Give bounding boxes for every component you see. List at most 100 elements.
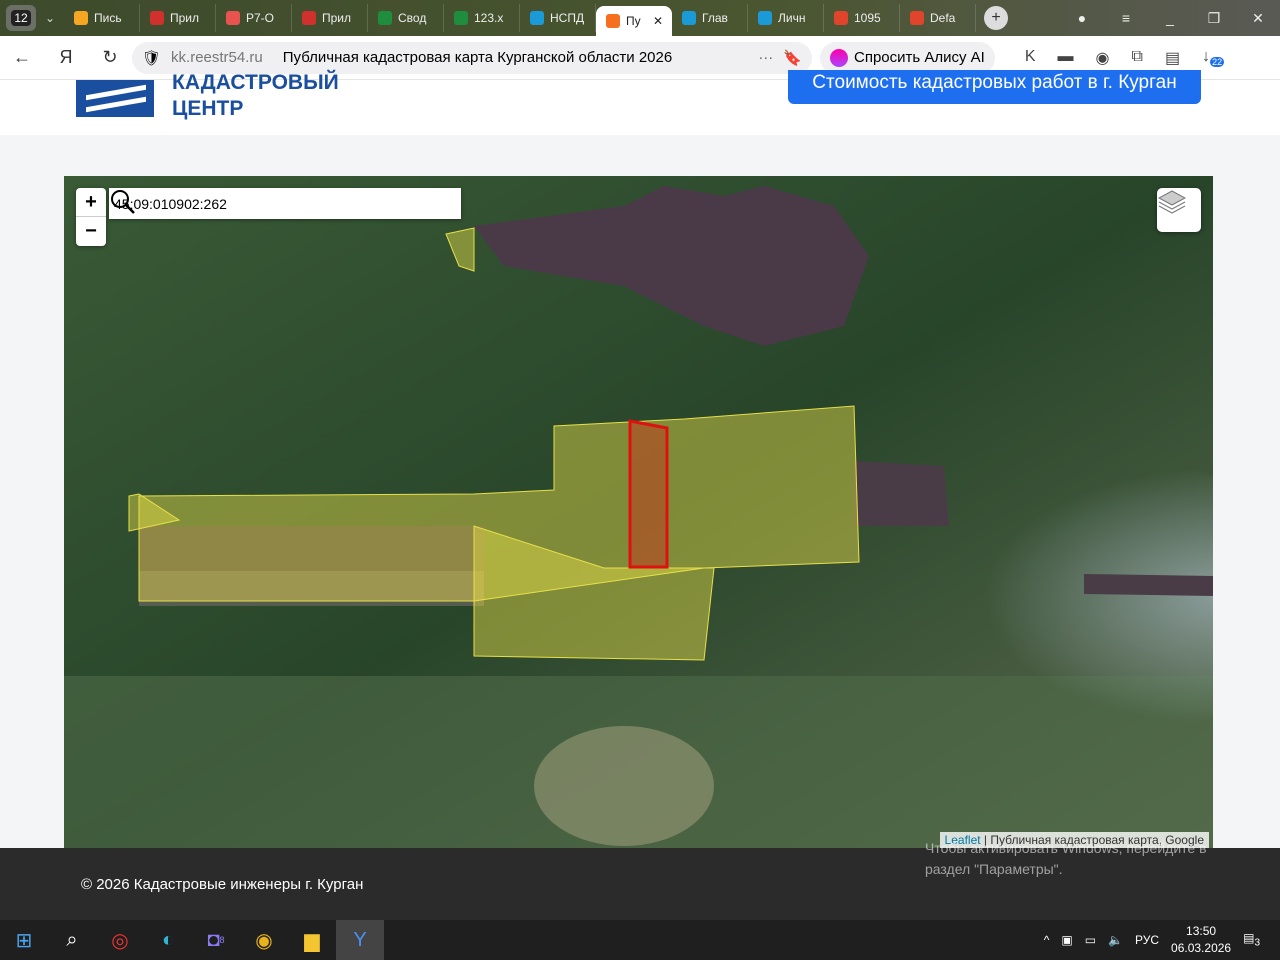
zoom-out-button[interactable]: − xyxy=(76,217,106,246)
browser-tab[interactable]: Личн xyxy=(748,4,824,32)
search-icon[interactable]: ⌕ xyxy=(48,920,96,960)
tab-favicon-icon xyxy=(530,11,544,25)
tab-label: Пись xyxy=(94,11,122,25)
camera-icon[interactable]: ▣ xyxy=(1061,933,1072,947)
back-button[interactable]: ← xyxy=(0,47,44,68)
site-header: КАДАСТРОВЫЙ ЦЕНТР Стоимость кадастровых р… xyxy=(0,70,1280,135)
explorer-icon[interactable]: ▆ xyxy=(288,920,336,960)
tab-label: Прил xyxy=(170,11,200,25)
zoom-in-button[interactable]: + xyxy=(76,188,106,217)
language-indicator[interactable]: РУС xyxy=(1135,933,1159,947)
cadastral-search xyxy=(109,188,461,219)
date: 06.03.2026 xyxy=(1171,941,1232,955)
browser-tab[interactable]: Прил xyxy=(140,4,216,32)
browser-tab[interactable]: Пись xyxy=(64,4,140,32)
extension-shield-icon[interactable]: ▬ xyxy=(1058,48,1074,68)
bookmark-icon[interactable]: 🔖 xyxy=(783,49,802,67)
extension-circle-icon[interactable]: ◉ xyxy=(1096,48,1110,68)
logo[interactable] xyxy=(76,80,154,117)
browser-tab[interactable]: Прил xyxy=(292,4,368,32)
time: 13:50 xyxy=(1186,924,1217,938)
close-tab-icon[interactable]: ✕ xyxy=(653,14,663,28)
yandex-icon[interactable]: Я xyxy=(44,47,88,68)
tab-favicon-icon xyxy=(682,11,696,25)
tab-favicon-icon xyxy=(834,11,848,25)
cadastral-number-input[interactable] xyxy=(114,195,461,212)
extension-doc-icon[interactable]: ▤ xyxy=(1165,48,1180,68)
restore-button[interactable]: ❐ xyxy=(1192,10,1236,27)
new-tab-button[interactable]: + xyxy=(984,6,1008,30)
layers-button[interactable] xyxy=(1157,188,1201,232)
start-button[interactable]: ⊞ xyxy=(0,920,48,960)
network-icon[interactable]: ▭ xyxy=(1085,933,1096,947)
alice-icon xyxy=(830,48,848,67)
yandex-browser-icon[interactable]: Y xyxy=(336,920,384,960)
tab-label: Прил xyxy=(322,11,352,25)
minimize-button[interactable]: _ xyxy=(1148,10,1192,26)
chevron-down-icon[interactable]: ⌄ xyxy=(36,11,64,25)
menu-icon[interactable]: ≡ xyxy=(1104,10,1148,26)
alice-label: Спросить Алису AI xyxy=(854,49,985,66)
browser-tab[interactable]: Р7-О xyxy=(216,4,292,32)
watermark-line2: раздел "Параметры". xyxy=(925,861,1063,877)
land-parcel[interactable] xyxy=(138,405,860,602)
tab-count: 12 xyxy=(11,10,31,26)
extension-puzzle-icon[interactable]: ⧉ xyxy=(1132,48,1143,68)
tray-chevron-icon[interactable]: ^ xyxy=(1044,933,1050,947)
tab-favicon-icon xyxy=(454,11,468,25)
browser-tab[interactable]: 123.x xyxy=(444,4,520,32)
brand-name: КАДАСТРОВЫЙ ЦЕНТР xyxy=(172,70,339,122)
zoom-control: + − xyxy=(76,188,106,246)
url-field[interactable]: 🛡 kk.reestr54.ru Публичная кадастровая к… xyxy=(132,41,812,74)
tab-label: Defa xyxy=(930,11,956,25)
edge-icon[interactable]: ◐ xyxy=(144,920,192,960)
downloads-badge: 22 xyxy=(1210,56,1225,67)
tab-favicon-icon xyxy=(302,11,316,25)
reload-button[interactable]: ↻ xyxy=(88,47,132,68)
tab-favicon-icon xyxy=(606,14,620,28)
pricing-cta-button[interactable]: Стоимость кадастровых работ в г. Курган xyxy=(788,70,1201,104)
browser-tab[interactable]: 1095 xyxy=(824,4,900,32)
tab-count-button[interactable]: 12 xyxy=(6,5,36,31)
extension-k-icon[interactable]: K xyxy=(1025,48,1036,68)
volume-icon[interactable]: 🔈 xyxy=(1108,933,1123,947)
tab-label: 123.x xyxy=(474,11,504,25)
land-parcel[interactable] xyxy=(445,227,475,272)
browser-tab[interactable]: Defa xyxy=(900,4,976,32)
tab-label: НСПД xyxy=(550,11,585,25)
tab-favicon-icon xyxy=(150,11,164,25)
taskbar: ⊞ ⌕ ◎ ◐ ◘ 8 ◉ ▆ Y ^ ▣ ▭ 🔈 РУС 13:50 06.03.… xyxy=(0,920,1280,960)
cadastral-map[interactable]: + − Leaflet | Публичная кадастровая карт… xyxy=(64,176,1213,848)
parcel-layer xyxy=(128,227,860,661)
tab-label: Личн xyxy=(778,11,806,25)
browser-tab[interactable]: Пу ✕ xyxy=(596,6,672,36)
profile-icon[interactable]: ● xyxy=(1060,10,1104,26)
tab-label: Пу xyxy=(626,14,641,28)
close-window-button[interactable]: ✕ xyxy=(1236,10,1280,27)
tab-favicon-icon xyxy=(226,11,240,25)
messenger-icon[interactable]: ◘ 8 xyxy=(192,920,240,960)
layers-icon xyxy=(1157,190,1187,214)
chrome-icon[interactable]: ◉ xyxy=(240,920,288,960)
alice-button[interactable]: Спросить Алису AI xyxy=(820,41,995,74)
app-icon[interactable]: ◎ xyxy=(96,920,144,960)
search-icon[interactable] xyxy=(109,188,137,216)
tab-favicon-icon xyxy=(378,11,392,25)
copyright: © 2026 Кадастровые инженеры г. Курган xyxy=(81,876,364,893)
url-host: kk.reestr54.ru xyxy=(171,49,263,66)
browser-tab[interactable]: Свод xyxy=(368,4,444,32)
notification-count: 3 xyxy=(1254,937,1260,949)
clock[interactable]: 13:50 06.03.2026 xyxy=(1171,923,1231,957)
tab-label: 1095 xyxy=(854,11,881,25)
messenger-badge: 8 xyxy=(219,935,225,945)
more-icon[interactable]: ··· xyxy=(758,49,773,66)
tab-favicon-icon xyxy=(74,11,88,25)
tab-label: Свод xyxy=(398,11,427,25)
tab-favicon-icon xyxy=(910,11,924,25)
notifications-icon[interactable]: ▤3 xyxy=(1243,931,1260,948)
downloads-icon[interactable]: ↓ 22 xyxy=(1202,48,1225,68)
browser-tab[interactable]: НСПД xyxy=(520,4,596,32)
browser-tab[interactable]: Глав xyxy=(672,4,748,32)
selected-parcel[interactable] xyxy=(628,419,669,569)
watermark-line1: Чтобы активировать Windows, перейдите в xyxy=(925,840,1207,856)
